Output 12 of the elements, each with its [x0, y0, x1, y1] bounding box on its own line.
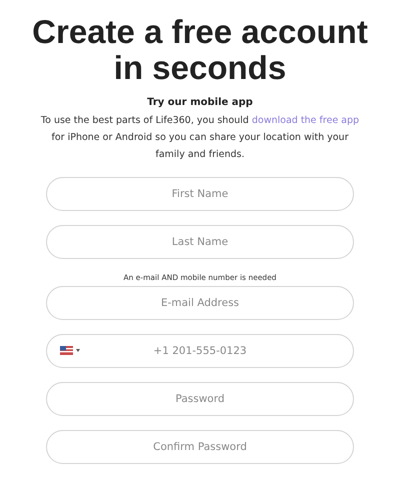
input-field[interactable]: Last Name: [46, 225, 354, 259]
promo-text: To use the best parts of Life360, you should download the free app for iPhone or Android so you can share your location with your family and friends.: [40, 114, 360, 162]
password-field[interactable]: Password: [46, 382, 354, 416]
password-field[interactable]: Confirm Password: [46, 430, 354, 464]
promo-title: Try our mobile app: [147, 96, 253, 110]
input-field[interactable]: E-mail Address: [46, 286, 354, 320]
phone-field[interactable]: +1 201-555-0123: [46, 334, 354, 368]
download-link[interactable]: download the free app: [252, 115, 360, 126]
input-field[interactable]: First Name: [46, 177, 354, 211]
flag-icon: [60, 346, 73, 355]
caret-icon: [76, 349, 80, 352]
page-heading: Create a free account in seconds: [31, 14, 369, 86]
